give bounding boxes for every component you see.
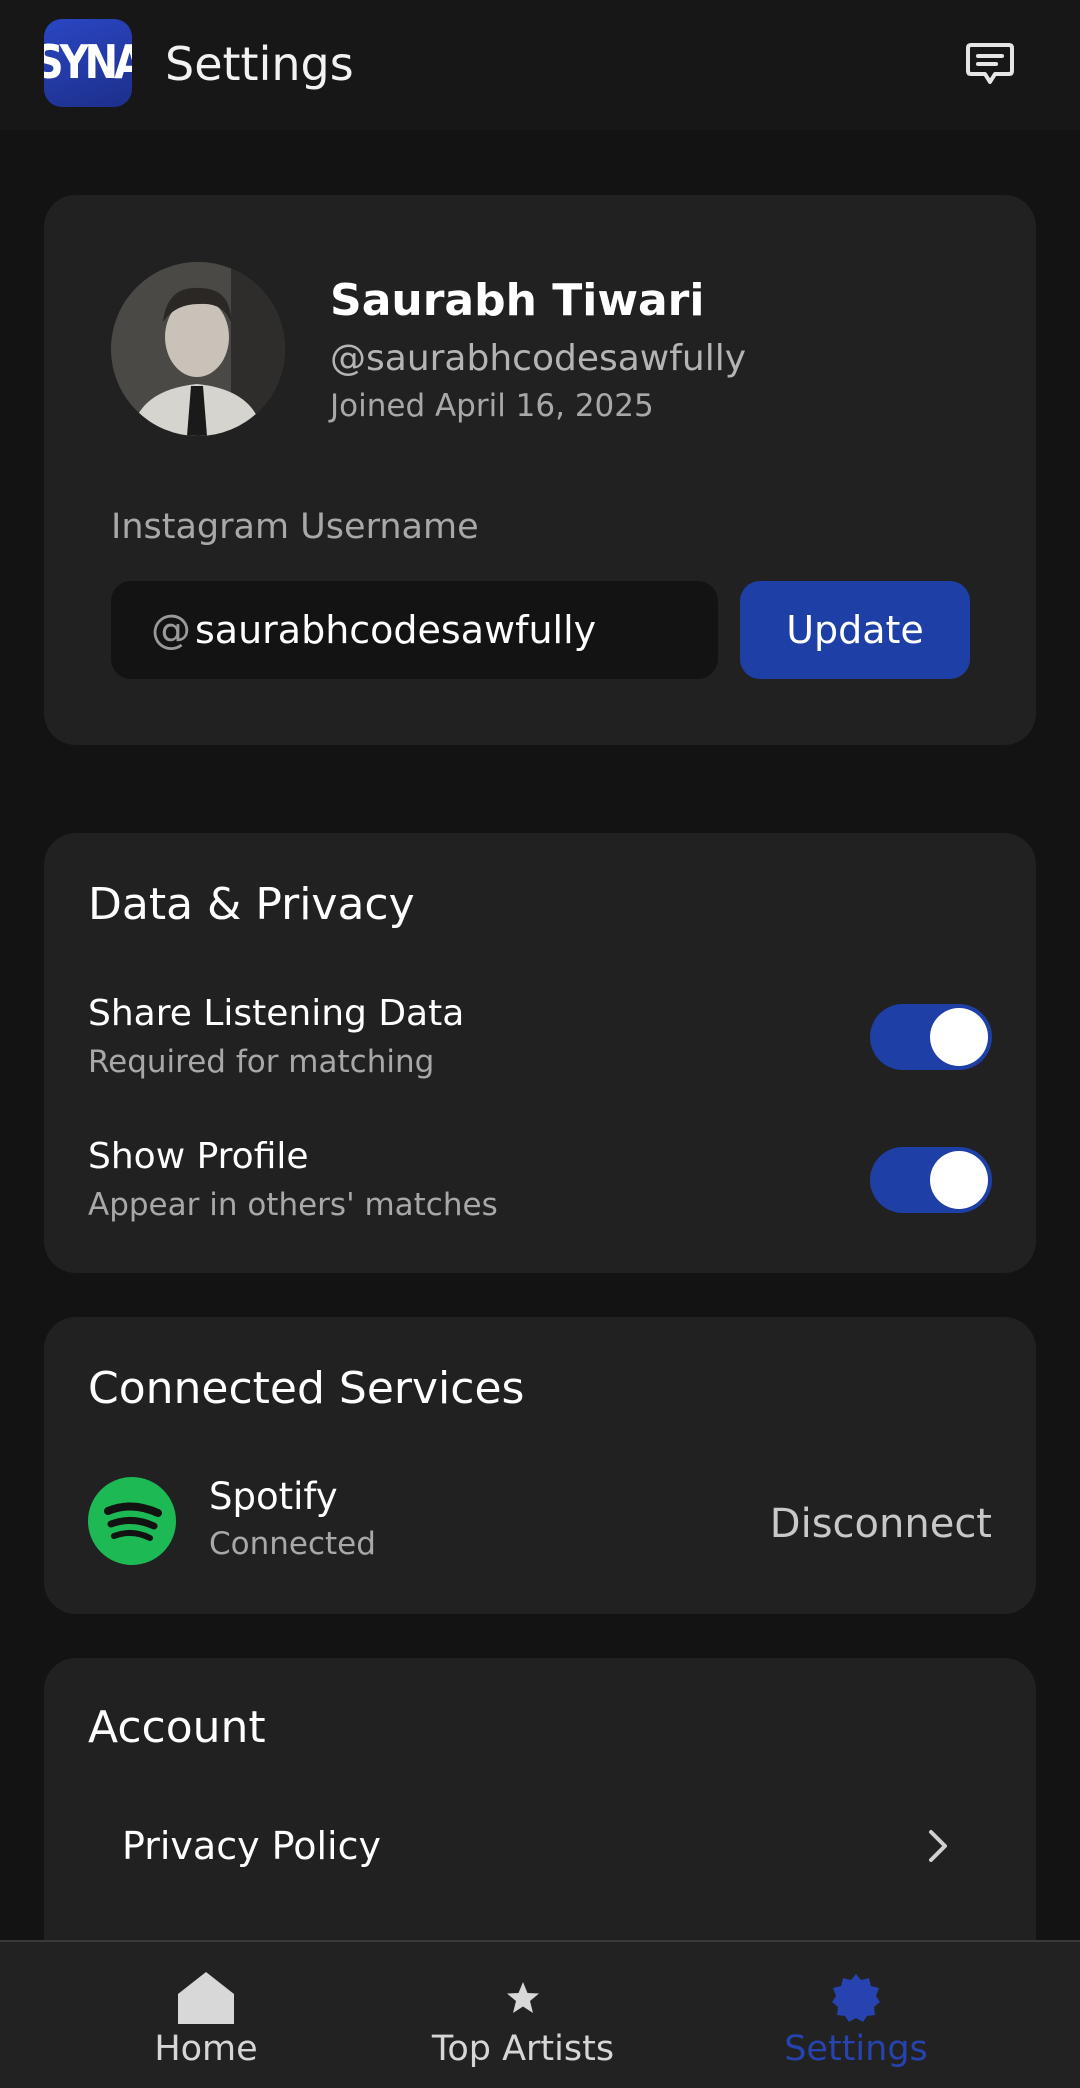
connected-services-title: Connected Services: [88, 1363, 525, 1414]
spotify-service-name: Spotify: [209, 1475, 338, 1518]
profile-card: Saurabh Tiwari @saurabhcodesawfully Join…: [44, 195, 1036, 745]
settings-gear-icon: [832, 1974, 880, 2022]
nav-home-label: Home: [154, 2029, 258, 2069]
toggle-knob: [930, 1008, 988, 1066]
disconnect-button[interactable]: Disconnect: [770, 1499, 992, 1549]
show-profile-toggle[interactable]: [870, 1147, 992, 1213]
nav-home[interactable]: Home: [56, 1942, 356, 2088]
spotify-service-status: Connected: [209, 1526, 376, 1562]
update-button[interactable]: Update: [740, 581, 970, 679]
nav-top-artists[interactable]: Top Artists: [373, 1942, 673, 2088]
profile-handle: @saurabhcodesawfully: [330, 338, 747, 379]
show-profile-sublabel: Appear in others' matches: [88, 1187, 498, 1223]
data-privacy-card: Data & Privacy Share Listening Data Requ…: [44, 833, 1036, 1273]
home-icon: [178, 1972, 234, 2024]
app-logo: SYNA: [44, 19, 132, 107]
star-icon: [507, 1982, 539, 2013]
data-privacy-title: Data & Privacy: [88, 879, 415, 930]
instagram-at-prefix: @: [151, 607, 191, 653]
share-listening-data-label: Share Listening Data: [88, 993, 465, 1034]
profile-name: Saurabh Tiwari: [330, 275, 705, 326]
connected-services-card: Connected Services Spotify Connected Dis…: [44, 1317, 1036, 1614]
spotify-icon: [88, 1477, 176, 1565]
share-listening-data-sublabel: Required for matching: [88, 1044, 435, 1080]
instagram-username-field: @: [111, 581, 718, 679]
profile-joined-date: Joined April 16, 2025: [330, 388, 654, 424]
instagram-username-input[interactable]: [195, 601, 695, 659]
app-header: SYNA Settings: [0, 0, 1080, 130]
chat-button[interactable]: [960, 36, 1020, 92]
avatar[interactable]: [111, 262, 285, 436]
nav-settings-label: Settings: [784, 2029, 928, 2069]
privacy-policy-item[interactable]: Privacy Policy: [88, 1791, 992, 1901]
account-title: Account: [88, 1702, 266, 1753]
page-title: Settings: [165, 37, 354, 91]
bottom-nav: Home Top Artists Settings: [0, 1940, 1080, 2088]
nav-top-artists-label: Top Artists: [431, 2029, 615, 2069]
show-profile-label: Show Profile: [88, 1136, 309, 1177]
privacy-policy-label: Privacy Policy: [122, 1824, 381, 1868]
chevron-right-icon: [929, 1830, 947, 1862]
instagram-username-label: Instagram Username: [111, 507, 479, 547]
nav-settings[interactable]: Settings: [706, 1942, 1006, 2088]
chat-icon: [966, 43, 1014, 84]
avatar-image: [111, 262, 285, 436]
app-logo-text: SYNA: [44, 36, 132, 90]
share-listening-data-toggle[interactable]: [870, 1004, 992, 1070]
toggle-knob: [930, 1151, 988, 1209]
